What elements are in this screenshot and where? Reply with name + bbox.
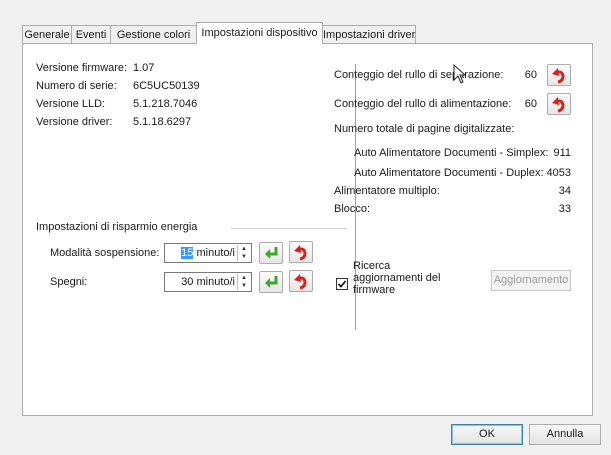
tab-panel: Versione firmware: 1.07 Numero di serie:…	[22, 43, 593, 416]
tab-events[interactable]: Eventi	[71, 25, 111, 43]
red-undo-arrow-icon	[552, 68, 565, 84]
power-off-stepper[interactable]: 30 minuto/i ▲ ▼	[164, 272, 252, 292]
separation-roller-value: 60	[524, 69, 537, 81]
green-return-arrow-icon	[265, 247, 278, 259]
jam-label: Blocco:	[334, 203, 371, 215]
power-off-label: Spegni:	[50, 276, 88, 288]
total-pages-label: Numero totale di pagine digitalizzate:	[334, 123, 515, 135]
spinner-arrows-icon[interactable]: ▲ ▼	[237, 274, 250, 290]
green-return-arrow-icon	[265, 276, 278, 288]
firmware-version-label: Versione firmware:	[36, 62, 128, 74]
serial-number-value: 6C5UC50139	[133, 80, 200, 92]
adf-simplex-value: 911	[553, 147, 571, 159]
reset-separation-roller-button[interactable]	[547, 64, 571, 86]
lld-version-value: 5.1.218.7046	[133, 98, 198, 110]
jam-value: 33	[558, 203, 571, 215]
ok-button[interactable]: OK	[451, 424, 523, 445]
firmware-version-value: 1.07	[133, 62, 155, 74]
checkmark-icon	[337, 280, 347, 288]
firmware-update-button[interactable]: Aggiornamento	[491, 270, 571, 291]
sleep-mode-unit: minuto/i	[193, 247, 235, 259]
red-undo-arrow-icon	[294, 245, 307, 261]
feed-roller-label: Conteggio del rullo di alimentazione:	[334, 98, 512, 110]
spinner-arrows-icon[interactable]: ▲ ▼	[237, 245, 250, 261]
power-off-value: 30 minuto/i	[181, 276, 235, 288]
adf-duplex-label: Auto Alimentatore Documenti - Duplex:	[354, 167, 544, 179]
apply-sleep-button[interactable]	[259, 242, 283, 264]
cancel-button[interactable]: Annulla	[529, 424, 601, 445]
lld-version-label: Versione LLD:	[36, 98, 106, 110]
sleep-mode-stepper[interactable]: 15 minuto/i ▲ ▼	[164, 243, 252, 263]
driver-version-label: Versione driver:	[36, 116, 113, 128]
tab-color-management[interactable]: Gestione colori	[110, 25, 197, 43]
driver-version-value: 5.1.18.6297	[133, 116, 192, 128]
multifeed-value: 34	[558, 185, 571, 197]
firmware-update-checkbox[interactable]	[336, 278, 348, 290]
mouse-cursor-icon	[453, 64, 467, 84]
red-undo-arrow-icon	[552, 97, 565, 113]
adf-duplex-value: 4053	[546, 167, 571, 179]
sleep-mode-label: Modalità sospensione:	[50, 247, 160, 259]
serial-number-label: Numero di serie:	[36, 80, 117, 92]
feed-roller-value: 60	[524, 98, 537, 110]
reset-feed-roller-button[interactable]	[547, 93, 571, 115]
tab-driver-settings[interactable]: Impostazioni driver	[322, 25, 416, 43]
power-saving-group-title: Impostazioni di risparmio energia	[36, 221, 198, 233]
adf-simplex-label: Auto Alimentatore Documenti - Simplex:	[354, 147, 549, 159]
tab-device-settings[interactable]: Impostazioni dispositivo	[196, 22, 323, 44]
group-divider	[231, 228, 347, 229]
reset-sleep-button[interactable]	[289, 241, 313, 263]
apply-power-off-button[interactable]	[259, 271, 283, 293]
separation-roller-label: Conteggio del rullo di separazione:	[334, 69, 504, 81]
firmware-update-label[interactable]: Ricerca aggiornamenti del firmware	[353, 260, 440, 296]
sleep-mode-value: 15	[181, 247, 194, 259]
red-undo-arrow-icon	[294, 274, 307, 290]
device-settings-dialog: { "tabs": [ {"label": "Generale"}, {"lab…	[0, 0, 611, 455]
tab-general[interactable]: Generale	[22, 25, 72, 43]
reset-power-off-button[interactable]	[289, 270, 313, 292]
multifeed-label: Alimentatore multiplo:	[334, 185, 440, 197]
